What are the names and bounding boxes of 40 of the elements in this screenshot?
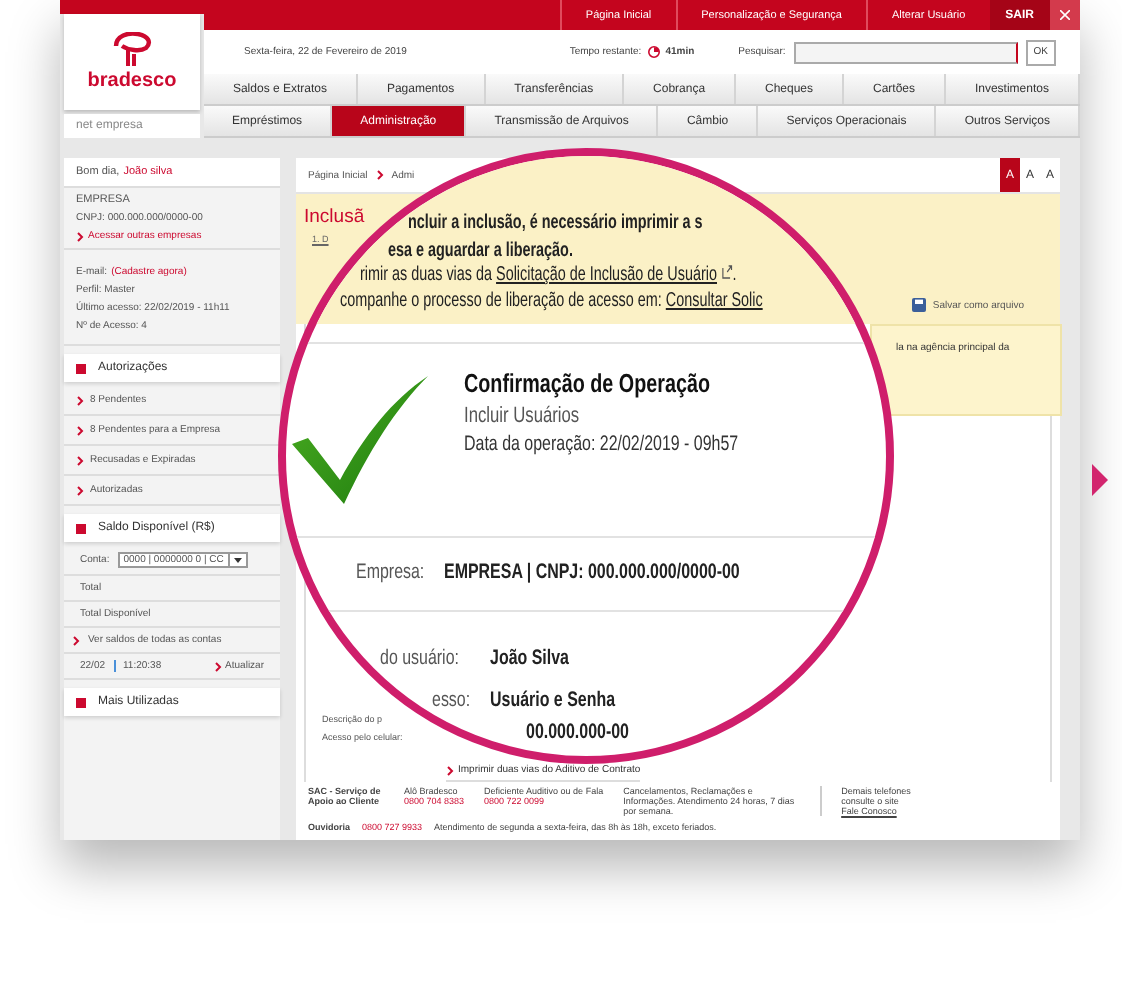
external-link-icon [721,264,733,280]
logo-text: bradesco [87,70,177,92]
field-label: do usuário: [380,646,459,670]
field-label: Empresa: [356,560,425,584]
logo-icon [110,32,154,68]
close-button[interactable] [1050,0,1080,30]
chevron-icon [213,661,222,671]
phone-value: 00.000.000-00 [526,720,629,744]
request-link[interactable]: Solicitação de Inclusão de Usuário [496,264,717,286]
chevron-icon [76,425,84,435]
chevron-icon [76,455,84,465]
search-field[interactable] [793,41,1018,63]
chevron-icon [76,231,84,241]
caret-icon [227,554,246,566]
page-title: Inclusã [304,206,365,228]
clock-icon [647,46,660,58]
arrow-icon [1092,464,1108,496]
consult-link[interactable]: Consultar Solic [665,290,763,312]
chevron-icon [76,395,84,405]
operation-subtitle: Incluir Usuários [464,404,580,428]
field-value: Usuário e Senha [490,688,616,712]
notice-text: esa e aguardar a liberação. [388,240,573,262]
collapse-icon [76,523,86,533]
chevron-icon [72,635,80,645]
check-icon [292,376,428,504]
collapse-icon [76,697,86,707]
chevron-icon [375,170,384,180]
close-icon [1060,10,1070,20]
chevron-icon [76,485,84,495]
floppy-icon [912,298,927,312]
collapse-icon [76,363,86,373]
notice-text: companhe o processo de liberação de acesso em: Consultar Solic [340,290,763,312]
notice-text: ncluir a inclusão, é necessário imprimir a s [408,212,703,234]
confirmation-title: Confirmação de Operação [464,368,710,398]
field-value: João Silva [490,646,569,670]
notice-text: rimir as duas vias da Solicitação de Inclusão de Usuário . [360,264,737,286]
field-label: esso: [432,688,471,712]
operation-date: Data da operação: 22/02/2019 - 09h57 [464,432,739,456]
field-value: EMPRESA | CNPJ: 000.000.000/0000-00 [444,560,740,584]
chevron-icon [446,765,454,775]
